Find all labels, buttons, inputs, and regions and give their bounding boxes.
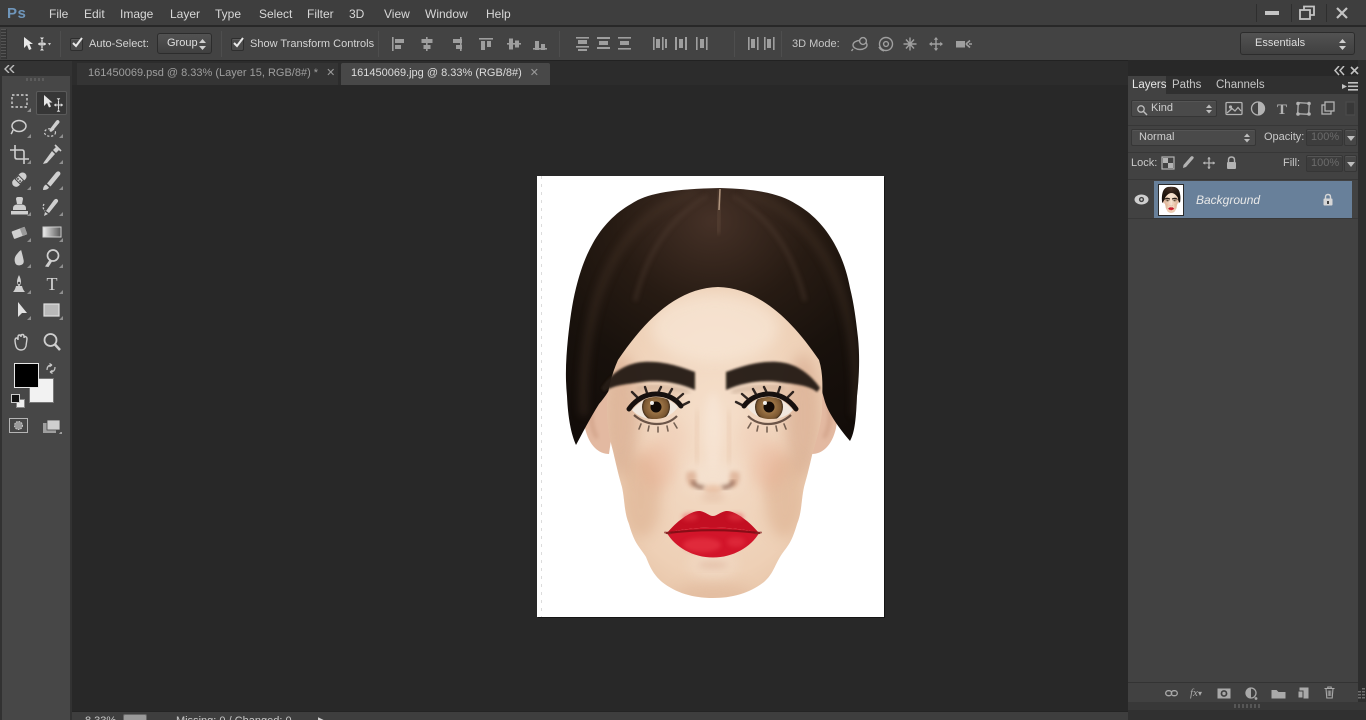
- svg-text:T: T: [1277, 102, 1287, 117]
- svg-text:T: T: [47, 274, 58, 294]
